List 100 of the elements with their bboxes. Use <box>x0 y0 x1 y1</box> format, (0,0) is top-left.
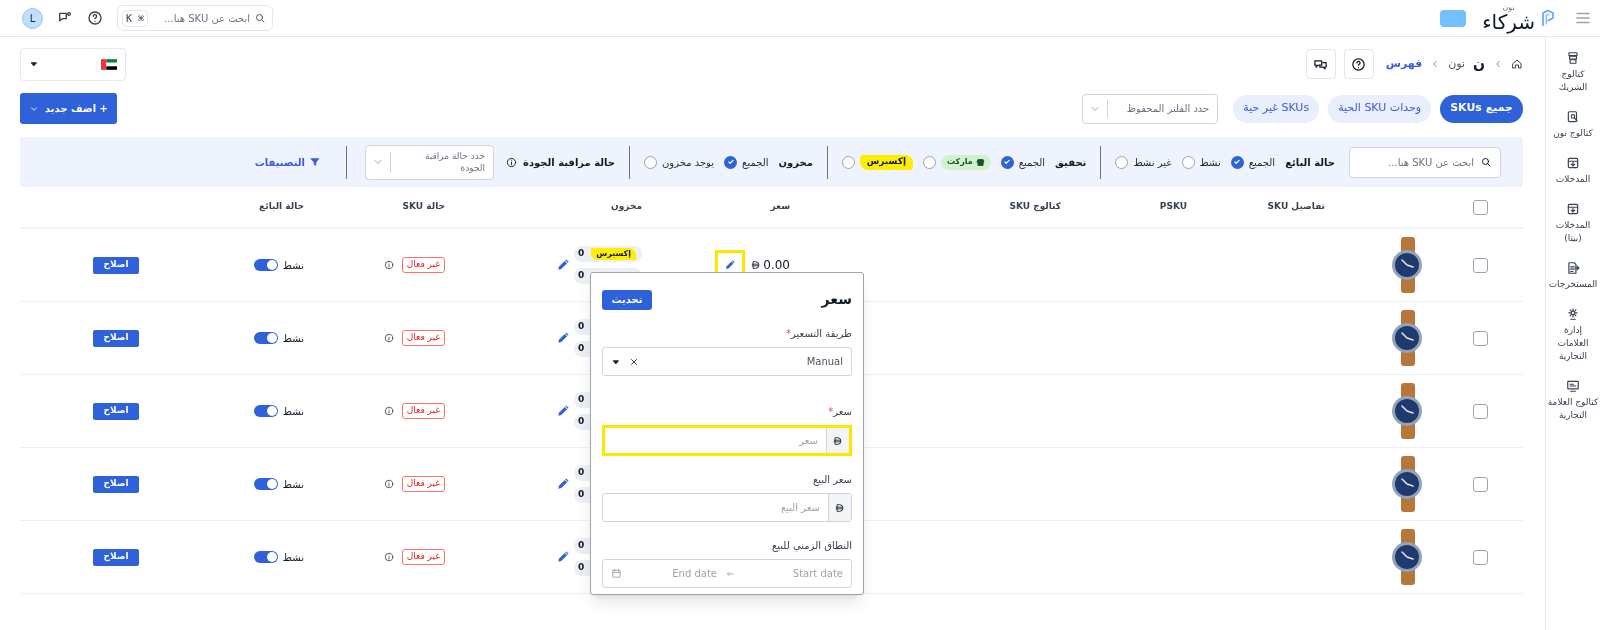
chat-button[interactable] <box>1305 49 1336 79</box>
help-icon[interactable] <box>87 10 103 26</box>
radio-button[interactable] <box>724 155 738 169</box>
tab[interactable]: وحدات SKU الحية <box>1328 94 1432 123</box>
logo-caption: نون <box>1502 4 1515 12</box>
price-input[interactable]: سعر <box>602 425 852 456</box>
gear-icon[interactable] <box>1566 307 1580 321</box>
checkbox[interactable] <box>1472 403 1488 419</box>
filter-icon <box>310 157 320 167</box>
close-icon[interactable] <box>629 356 639 367</box>
country-select[interactable] <box>20 47 126 81</box>
sidebar-item[interactable]: كتالوج نون <box>1551 127 1595 140</box>
screen-icon[interactable] <box>1566 379 1580 393</box>
chevron-icon <box>1493 59 1503 69</box>
info-icon <box>383 260 394 270</box>
update-button[interactable]: تحديث <box>602 289 652 310</box>
quality-status-select[interactable]: حدد حالة مراقبة الجودة <box>365 144 494 180</box>
pencil-icon[interactable] <box>556 477 570 491</box>
fix-button[interactable]: اصلاح <box>93 548 139 566</box>
currency-icon <box>751 260 762 270</box>
search-input[interactable]: ابحث عن SKU هنا... <box>1358 154 1474 170</box>
search-field[interactable]: ابحث عن SKU هنا... <box>1349 146 1501 178</box>
toggle-switch[interactable] <box>253 478 278 490</box>
file-arrow-icon[interactable] <box>1566 261 1580 275</box>
pencil-icon[interactable] <box>556 258 570 272</box>
avatar[interactable]: L <box>22 7 43 29</box>
home-icon[interactable] <box>1511 58 1523 70</box>
radio-button[interactable] <box>1115 155 1129 169</box>
column-header: حالة SKU <box>402 200 445 214</box>
inbox-icon[interactable] <box>1566 202 1580 216</box>
help-icon <box>1351 56 1367 72</box>
start-date-input[interactable]: Start date <box>743 566 843 581</box>
toggle-switch[interactable] <box>253 259 278 271</box>
saved-filter-input[interactable]: حدد الفلتر المحفوظ <box>1108 101 1218 116</box>
toggle-label: نشط <box>282 477 304 492</box>
stack-icon[interactable] <box>1566 51 1580 65</box>
pencil-icon[interactable] <box>556 550 570 564</box>
radio-button[interactable] <box>1230 155 1244 169</box>
checkbox[interactable] <box>1472 199 1488 215</box>
store-icon <box>975 157 985 167</box>
profile-tile[interactable] <box>1440 9 1467 27</box>
radio-button[interactable] <box>1000 155 1014 169</box>
column-header: PSKU <box>1159 200 1187 214</box>
search-input[interactable]: ابحث عن SKU هنا... <box>152 10 250 26</box>
inbox-icon[interactable] <box>1566 156 1580 170</box>
logo-mark: ن <box>1473 54 1485 74</box>
toggle-label: نشط <box>282 404 304 419</box>
filter-label: تحقيق <box>1055 155 1087 170</box>
price-text: 0.00 <box>751 256 790 274</box>
toggle-switch[interactable] <box>253 332 278 344</box>
sidebar-item[interactable]: إدارة العلامات التجارية <box>1545 324 1600 363</box>
radio-button[interactable] <box>1181 155 1195 169</box>
column-header: تفاصيل SKU <box>1267 200 1325 214</box>
info-icon <box>506 156 517 168</box>
saved-filter-select[interactable]: حدد الفلتر المحفوظ <box>1082 93 1219 124</box>
popup-title: سعر <box>821 290 852 310</box>
categories-link[interactable]: التصنيفات <box>254 154 320 170</box>
radio-button[interactable] <box>841 155 855 169</box>
tab[interactable]: جميع SKUs <box>1440 94 1523 123</box>
help-button[interactable] <box>1343 49 1374 79</box>
filter-label: مخزون <box>778 155 813 170</box>
sidebar-item[interactable]: كتالوج الشريك <box>1545 68 1600 94</box>
fix-button[interactable]: اصلاح <box>93 329 139 347</box>
search-document-icon[interactable] <box>1566 110 1580 124</box>
checkbox[interactable] <box>1472 476 1488 492</box>
market-badge: ماركت <box>941 154 991 170</box>
checkbox[interactable] <box>1472 257 1488 273</box>
price-input-text[interactable]: سعر <box>605 428 826 453</box>
pricing-method-select[interactable]: Manual <box>602 347 852 376</box>
radio-button[interactable] <box>923 155 936 169</box>
info-icon <box>383 552 394 562</box>
sidebar-item[interactable]: المستخرجات <box>1546 278 1600 291</box>
option-label: غير نشط <box>1133 155 1172 170</box>
calendar-icon <box>611 568 622 579</box>
tab[interactable]: SKUs غير حية <box>1233 94 1320 123</box>
field-label: طريقة التسعير* <box>785 327 852 341</box>
sidebar-item[interactable]: المدخلات <box>1553 173 1593 186</box>
radio-button[interactable] <box>644 155 657 169</box>
currency-icon <box>833 435 843 446</box>
toggle-switch[interactable] <box>253 405 278 417</box>
sidebar-item[interactable]: المدخلات (بيتا) <box>1545 219 1600 245</box>
currency-icon <box>835 502 845 513</box>
end-date-input[interactable]: End date <box>657 566 717 581</box>
checkbox[interactable] <box>1472 330 1488 346</box>
pencil-icon[interactable] <box>556 331 570 345</box>
fix-button[interactable]: اصلاح <box>93 475 139 493</box>
fix-button[interactable]: اصلاح <box>93 256 139 274</box>
sidebar-item[interactable]: كتالوج العلامة التجارية <box>1545 396 1600 422</box>
breadcrumb-link[interactable]: نون <box>1448 55 1466 73</box>
price-input[interactable]: سعر البيع <box>602 493 852 522</box>
field-label: النطاق الزمني للبيع <box>771 539 852 553</box>
breadcrumb-link[interactable]: فهرس <box>1385 55 1423 73</box>
fix-button[interactable]: اصلاح <box>93 402 139 420</box>
status-tag: غير فعال <box>401 403 445 419</box>
pencil-icon[interactable] <box>556 404 570 418</box>
check-icon <box>1002 157 1013 167</box>
add-new-button[interactable]: + اضف جديد <box>20 93 117 124</box>
checkbox[interactable] <box>1472 549 1488 565</box>
check-icon <box>725 157 736 167</box>
toggle-switch[interactable] <box>253 551 278 563</box>
